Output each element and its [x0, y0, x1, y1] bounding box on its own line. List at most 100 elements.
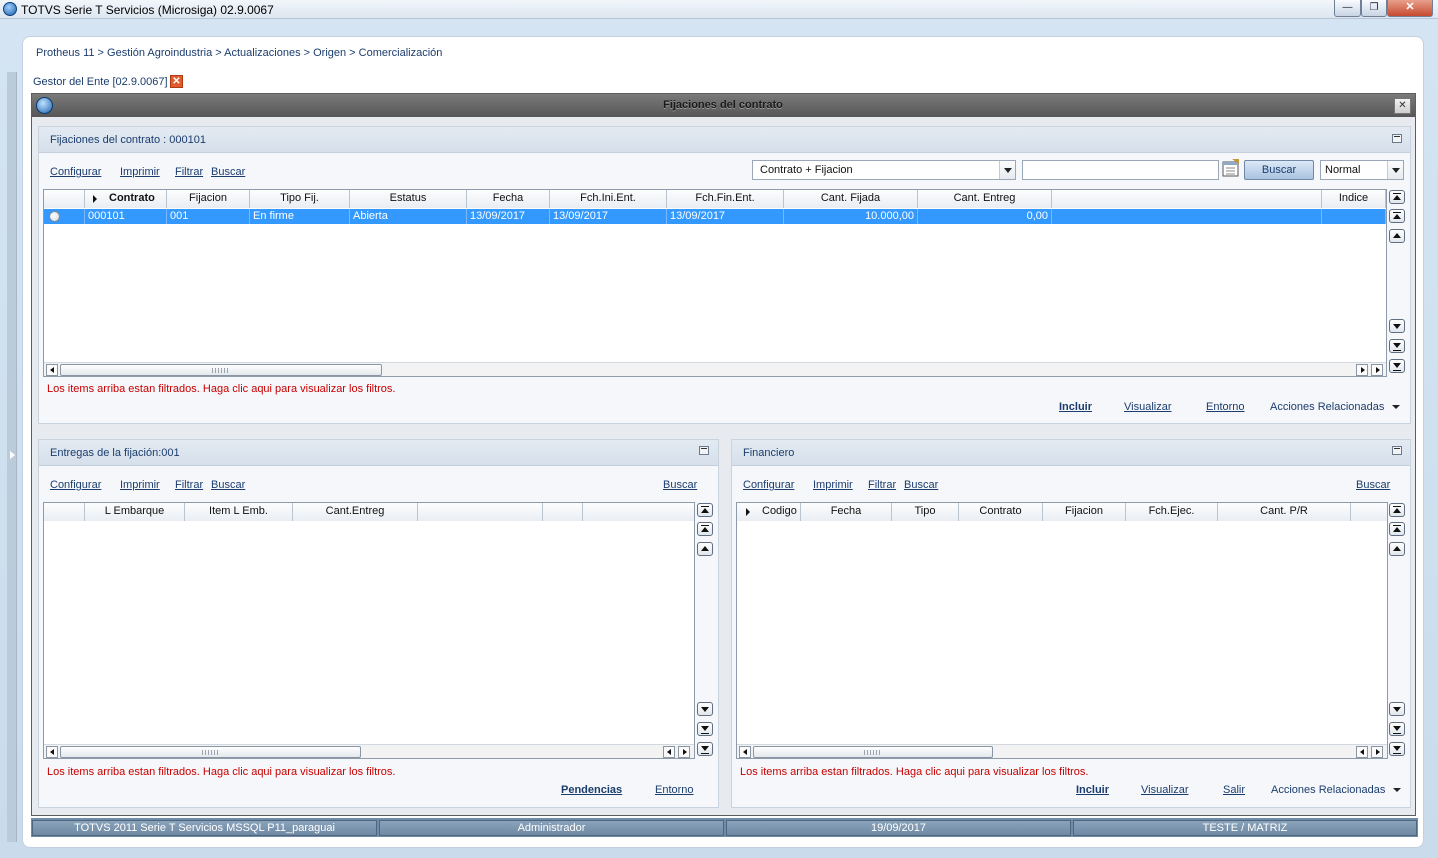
fijaciones-hscrollbar[interactable] — [44, 362, 1386, 376]
grid-last-icon[interactable] — [1389, 742, 1405, 756]
acciones-relacionadas-button[interactable]: Acciones Relacionadas — [1270, 401, 1384, 413]
grid-header-cant-pr[interactable]: Cant. P/R — [1218, 503, 1351, 521]
grid-down-icon[interactable] — [1389, 319, 1405, 333]
grid-header-item-l-emb[interactable]: Item L Emb. — [185, 503, 293, 521]
grid-header-tipo-fij[interactable]: Tipo Fij. — [250, 190, 350, 208]
grid-header-fch-ejec[interactable]: Fch.Ejec. — [1126, 503, 1218, 521]
grid-pagedown-icon[interactable] — [697, 722, 713, 736]
scroll-left-icon[interactable] — [739, 746, 751, 758]
grid-header-fecha[interactable]: Fecha — [801, 503, 892, 521]
financiero-incluir-button[interactable]: Incluir — [1076, 784, 1109, 796]
grid-first-icon[interactable] — [1389, 503, 1405, 517]
grid-down-icon[interactable] — [697, 702, 713, 716]
dialog-close-button[interactable]: ✕ — [1394, 98, 1411, 114]
chevron-down-icon[interactable] — [1392, 405, 1400, 409]
fijaciones-buscar-link[interactable]: Buscar — [211, 166, 245, 178]
scroll-right-icon[interactable] — [1371, 746, 1383, 758]
fijaciones-minimize-icon[interactable] — [1392, 134, 1402, 143]
grid-header-fch-ini-ent[interactable]: Fch.Ini.Ent. — [550, 190, 667, 208]
scroll-right-icon[interactable] — [678, 746, 690, 758]
visualizar-button[interactable]: Visualizar — [1124, 401, 1172, 413]
entregas-buscar-right-link[interactable]: Buscar — [663, 479, 697, 491]
mode-select[interactable]: Normal — [1320, 160, 1404, 180]
grid-header-fecha[interactable]: Fecha — [467, 190, 550, 208]
scroll-left-icon[interactable] — [46, 364, 58, 376]
entregas-buscar-link[interactable]: Buscar — [211, 479, 245, 491]
fijaciones-filter-message[interactable]: Los items arriba estan filtrados. Haga c… — [47, 383, 395, 395]
entregas-minimize-icon[interactable] — [699, 446, 709, 455]
entregas-filter-message[interactable]: Los items arriba estan filtrados. Haga c… — [47, 766, 395, 778]
grid-header-fijacion[interactable]: Fijacion — [167, 190, 250, 208]
expand-arrow-icon[interactable] — [10, 451, 15, 459]
grid-down-icon[interactable] — [1389, 702, 1405, 716]
tab-close-icon[interactable]: ✕ — [170, 75, 183, 88]
financiero-hscrollbar[interactable] — [737, 744, 1387, 758]
financiero-acciones-relacionadas-button[interactable]: Acciones Relacionadas — [1271, 784, 1385, 796]
table-row[interactable]: 000101 001 En firme Abierta 13/09/2017 1… — [44, 209, 1386, 224]
grid-header-cant-fijada[interactable]: Cant. Fijada — [784, 190, 918, 208]
grid-up-icon[interactable] — [1389, 229, 1405, 243]
grid-last-icon[interactable] — [1389, 359, 1405, 373]
scroll-end-icon[interactable] — [1371, 364, 1383, 376]
financiero-buscar-right-link[interactable]: Buscar — [1356, 479, 1390, 491]
fijaciones-configurar-link[interactable]: Configurar — [50, 166, 101, 178]
scroll-thumb[interactable] — [753, 746, 993, 758]
grid-last-icon[interactable] — [697, 742, 713, 756]
entregas-configurar-link[interactable]: Configurar — [50, 479, 101, 491]
financiero-imprimir-link[interactable]: Imprimir — [813, 479, 853, 491]
fijaciones-filtrar-link[interactable]: Filtrar — [175, 166, 203, 178]
entregas-imprimir-link[interactable]: Imprimir — [120, 479, 160, 491]
scroll-right-icon[interactable] — [1356, 364, 1368, 376]
entregas-filtrar-link[interactable]: Filtrar — [175, 479, 203, 491]
maximize-button[interactable]: ❐ — [1361, 0, 1387, 17]
entregas-hscrollbar[interactable] — [44, 744, 694, 758]
close-window-button[interactable]: ✕ — [1387, 0, 1433, 17]
chevron-down-icon[interactable] — [1393, 788, 1401, 792]
grid-header-contrato[interactable]: Contrato — [959, 503, 1043, 521]
grid-header-cant-entreg[interactable]: Cant.Entreg — [293, 503, 418, 521]
grid-pagedown-icon[interactable] — [1389, 339, 1405, 353]
grid-up-icon[interactable] — [697, 542, 713, 556]
index-select[interactable]: Contrato + Fijacion — [752, 160, 1016, 180]
grid-header-indice[interactable]: Indice — [1322, 190, 1386, 208]
scroll-left-icon[interactable] — [46, 746, 58, 758]
search-button[interactable]: Buscar — [1244, 160, 1314, 180]
fijaciones-imprimir-link[interactable]: Imprimir — [120, 166, 160, 178]
grid-pagedown-icon[interactable] — [1389, 722, 1405, 736]
entregas-entorno-button[interactable]: Entorno — [655, 784, 694, 796]
grid-header-fch-fin-ent[interactable]: Fch.Fin.Ent. — [667, 190, 784, 208]
grid-header-l-embarque[interactable]: L Embarque — [85, 503, 185, 521]
salir-button[interactable]: Salir — [1223, 784, 1245, 796]
scroll-thumb[interactable] — [60, 364, 382, 376]
grid-first-icon[interactable] — [1389, 190, 1405, 204]
grid-first-icon[interactable] — [697, 503, 713, 517]
grid-header-codigo[interactable]: Codigo — [737, 503, 801, 521]
grid-header-cant-entreg[interactable]: Cant. Entreg — [918, 190, 1052, 208]
tab-gestor-del-ente[interactable]: Gestor del Ente [02.9.0067] — [33, 76, 168, 88]
grid-header-contrato[interactable]: Contrato — [85, 190, 167, 208]
financiero-filtrar-link[interactable]: Filtrar — [868, 479, 896, 491]
search-input[interactable] — [1022, 160, 1219, 180]
financiero-visualizar-button[interactable]: Visualizar — [1141, 784, 1189, 796]
breadcrumb[interactable]: Protheus 11 > Gestión Agroindustria > Ac… — [36, 47, 442, 59]
grid-pageup-icon[interactable] — [1389, 209, 1405, 223]
entorno-button[interactable]: Entorno — [1206, 401, 1245, 413]
grid-header-tipo[interactable]: Tipo — [892, 503, 959, 521]
financiero-minimize-icon[interactable] — [1392, 446, 1402, 455]
pendencias-button[interactable]: Pendencias — [561, 784, 622, 796]
grid-pageup-icon[interactable] — [1389, 522, 1405, 536]
calendar-icon[interactable] — [1222, 158, 1241, 178]
grid-pageup-icon[interactable] — [697, 522, 713, 536]
financiero-filter-message[interactable]: Los items arriba estan filtrados. Haga c… — [740, 766, 1088, 778]
financiero-configurar-link[interactable]: Configurar — [743, 479, 794, 491]
financiero-buscar-link[interactable]: Buscar — [904, 479, 938, 491]
grid-up-icon[interactable] — [1389, 542, 1405, 556]
index-select-value: Contrato + Fijacion — [760, 164, 853, 176]
grid-header-fijacion[interactable]: Fijacion — [1043, 503, 1126, 521]
scroll-left-icon[interactable] — [1356, 746, 1368, 758]
incluir-button[interactable]: Incluir — [1059, 401, 1092, 413]
scroll-thumb[interactable] — [60, 746, 361, 758]
grid-header-estatus[interactable]: Estatus — [350, 190, 467, 208]
minimize-button[interactable]: — — [1334, 0, 1361, 17]
scroll-left-icon[interactable] — [663, 746, 675, 758]
